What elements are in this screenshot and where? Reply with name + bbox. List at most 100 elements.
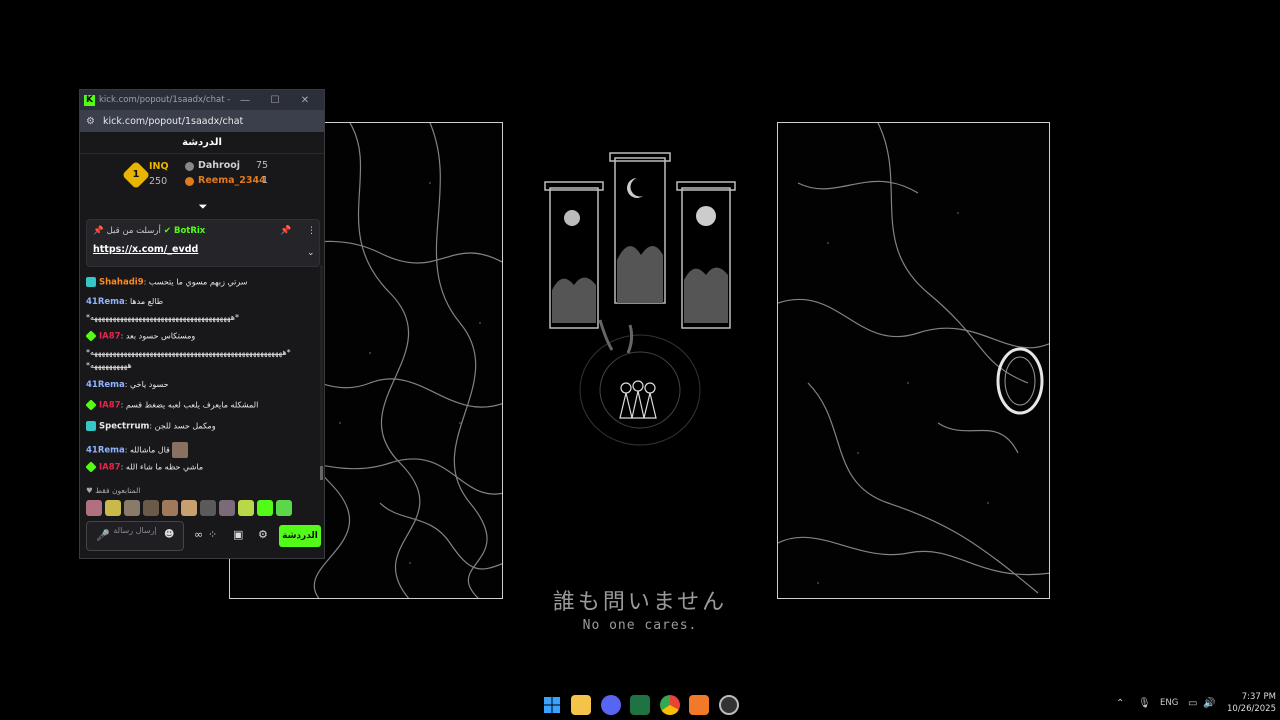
followers-only-label: ♥ المتابعون فقط bbox=[86, 486, 141, 495]
message-text: سرتي زبهم مسوي ما يتحسب bbox=[148, 277, 248, 287]
more-options-icon[interactable]: ⋮ bbox=[307, 226, 316, 236]
infinity-icon[interactable]: ∞ bbox=[194, 528, 203, 541]
start-button[interactable] bbox=[542, 695, 562, 715]
emote-thumbnail[interactable] bbox=[200, 500, 216, 516]
obs-icon[interactable] bbox=[719, 695, 739, 715]
emote-thumbnail[interactable] bbox=[162, 500, 178, 516]
message-text: قال ماشالله bbox=[129, 445, 170, 455]
store-icon[interactable]: ▣ bbox=[233, 528, 243, 541]
emote-row[interactable] bbox=[86, 500, 292, 516]
rank-hex-icon bbox=[185, 162, 194, 171]
maximize-button[interactable]: ☐ bbox=[260, 95, 290, 106]
message-username[interactable]: IA87 bbox=[99, 463, 121, 473]
user-badge-icon bbox=[86, 421, 96, 431]
chat-input-bar: إرسال رسالة 🎤 ☻ ∞ ⁘ ▣ ⚙ الدردشة bbox=[86, 521, 322, 551]
message-username[interactable]: 41Rema bbox=[86, 446, 125, 456]
user-badge-icon bbox=[85, 330, 97, 342]
chat-scrollbar[interactable] bbox=[320, 265, 323, 480]
message-text: *ههههههههههه bbox=[86, 361, 132, 370]
emoji-icon[interactable]: ☻ bbox=[164, 529, 174, 540]
emote-thumbnail[interactable] bbox=[238, 500, 254, 516]
emote-thumbnail[interactable] bbox=[181, 500, 197, 516]
discord-icon[interactable] bbox=[601, 695, 621, 715]
emote-thumbnail[interactable] bbox=[105, 500, 121, 516]
chat-message: IA87: ومستكاس حسود بعد bbox=[85, 330, 318, 342]
chat-message: 41Rema: طالع مدها bbox=[86, 297, 164, 307]
tray-overflow-icon[interactable]: ⌃ bbox=[1116, 698, 1124, 709]
file-explorer-icon[interactable] bbox=[571, 695, 591, 715]
emote-thumbnail[interactable] bbox=[276, 500, 292, 516]
artwork-caption-japanese: 誰も問いません bbox=[552, 590, 728, 615]
message-text: ماشي حظه ما شاء الله bbox=[125, 462, 204, 472]
settings-gear-icon[interactable]: ⚙ bbox=[258, 528, 268, 541]
chevron-down-icon[interactable]: ⌄ bbox=[307, 248, 315, 258]
message-username[interactable]: Spectrrum bbox=[99, 422, 149, 432]
emote-thumbnail[interactable] bbox=[143, 500, 159, 516]
chat-send-button[interactable]: الدردشة bbox=[279, 525, 321, 547]
chat-message: Shahadi9: سرتي زبهم مسوي ما يتحسب bbox=[86, 277, 318, 288]
leader-2-value: 75 bbox=[256, 160, 269, 171]
chat-message: IA87: ماشي حظه ما شاء الله bbox=[85, 461, 318, 473]
site-settings-icon[interactable]: ⚙ bbox=[86, 116, 95, 127]
tray-microphone-icon[interactable]: 🎙 bbox=[1138, 698, 1151, 709]
pin-icon: 📌 bbox=[93, 226, 104, 236]
message-text: المشكله مايعرف يلعب لعبه يضغط قسم bbox=[125, 400, 259, 410]
microphone-icon[interactable]: 🎤 bbox=[96, 529, 110, 542]
excel-icon[interactable] bbox=[630, 695, 650, 715]
message-text: *ههههههههههههههههههههههههههههههههههههههه… bbox=[86, 313, 239, 322]
network-icon[interactable]: ▭ bbox=[1188, 698, 1197, 709]
message-text: ومكمل حسد للجن bbox=[154, 421, 216, 431]
minimize-button[interactable]: — bbox=[230, 95, 260, 106]
bubbles-icon[interactable]: ⁘ bbox=[208, 528, 217, 541]
user-badge-icon bbox=[85, 399, 97, 411]
pinned-message[interactable]: 📌 أرسلت من قبل ✔ BotRix https://x.com/_e… bbox=[86, 219, 320, 267]
user-badge-icon bbox=[86, 277, 96, 287]
close-button[interactable]: ✕ bbox=[290, 95, 320, 106]
emote-thumbnail[interactable] bbox=[86, 500, 102, 516]
chat-message-continuation: *ههههههههههههههههههههههههههههههههههههههه… bbox=[86, 313, 318, 322]
user-badge-icon bbox=[85, 461, 97, 473]
pin-toggle-icon[interactable]: 📌 bbox=[280, 226, 291, 236]
rank-number: 1 bbox=[132, 169, 140, 180]
window-title: kick.com/popout/1saadx/chat - Goo... bbox=[99, 95, 230, 105]
address-url: kick.com/popout/1saadx/chat bbox=[102, 115, 244, 127]
chat-header: الدردشة bbox=[80, 132, 324, 154]
message-username[interactable]: 41Rema bbox=[86, 297, 125, 307]
clock-date[interactable]: 10/26/2025 bbox=[1222, 704, 1276, 714]
chat-popout-window[interactable]: K kick.com/popout/1saadx/chat - Goo... —… bbox=[79, 89, 325, 559]
desktop: 誰も問いません No one cares. K kick.com/popout/… bbox=[0, 0, 1280, 690]
volume-icon[interactable]: 🔊 bbox=[1203, 698, 1215, 709]
chat-message: 41Rema: قال ماشالله bbox=[86, 442, 318, 458]
scrollbar-thumb[interactable] bbox=[320, 466, 323, 480]
leader-name: INQ bbox=[149, 161, 169, 172]
chat-message: 41Rema: حسود ياخي bbox=[86, 380, 169, 390]
chat-message: IA87: المشكله مايعرف يلعب لعبه يضغط قسم bbox=[85, 399, 318, 411]
chat-message-continuation: *ههههههههههههههههههههههههههههههههههههههه… bbox=[86, 348, 318, 357]
language-indicator[interactable]: ENG bbox=[1160, 698, 1178, 708]
pinned-link[interactable]: https://x.com/_evdd bbox=[93, 244, 198, 255]
artwork-center-illustration bbox=[540, 150, 740, 450]
leader-3-value: 1 bbox=[262, 175, 269, 186]
emote-thumbnail[interactable] bbox=[124, 500, 140, 516]
message-username[interactable]: IA87 bbox=[99, 332, 121, 342]
verified-icon: ✔ bbox=[163, 226, 171, 236]
artwork-right-panel bbox=[777, 122, 1050, 599]
clock-time[interactable]: 7:37 PM bbox=[1222, 692, 1276, 702]
emote-thumbnail[interactable] bbox=[257, 500, 273, 516]
filter-icon[interactable]: ⏷ bbox=[196, 200, 210, 214]
app-orange-icon[interactable] bbox=[689, 695, 709, 715]
message-username[interactable]: Shahadi9 bbox=[99, 278, 144, 288]
emote-image bbox=[171, 442, 188, 458]
address-bar[interactable]: ⚙ kick.com/popout/1saadx/chat bbox=[80, 110, 324, 132]
message-text: ومستكاس حسود بعد bbox=[125, 331, 196, 341]
artwork-caption-english: No one cares. bbox=[582, 618, 698, 633]
chat-message-continuation: *ههههههههههه bbox=[86, 361, 318, 370]
leader-value: 250 bbox=[149, 176, 168, 187]
message-username[interactable]: IA87 bbox=[99, 401, 121, 411]
window-titlebar[interactable]: K kick.com/popout/1saadx/chat - Goo... —… bbox=[80, 90, 324, 110]
followers-only-text: المتابعون فقط bbox=[95, 486, 141, 495]
emote-thumbnail[interactable] bbox=[219, 500, 235, 516]
message-username[interactable]: 41Rema bbox=[86, 380, 125, 390]
chrome-icon[interactable] bbox=[660, 695, 680, 715]
leader-3-name: Reema_2344 bbox=[198, 175, 266, 186]
